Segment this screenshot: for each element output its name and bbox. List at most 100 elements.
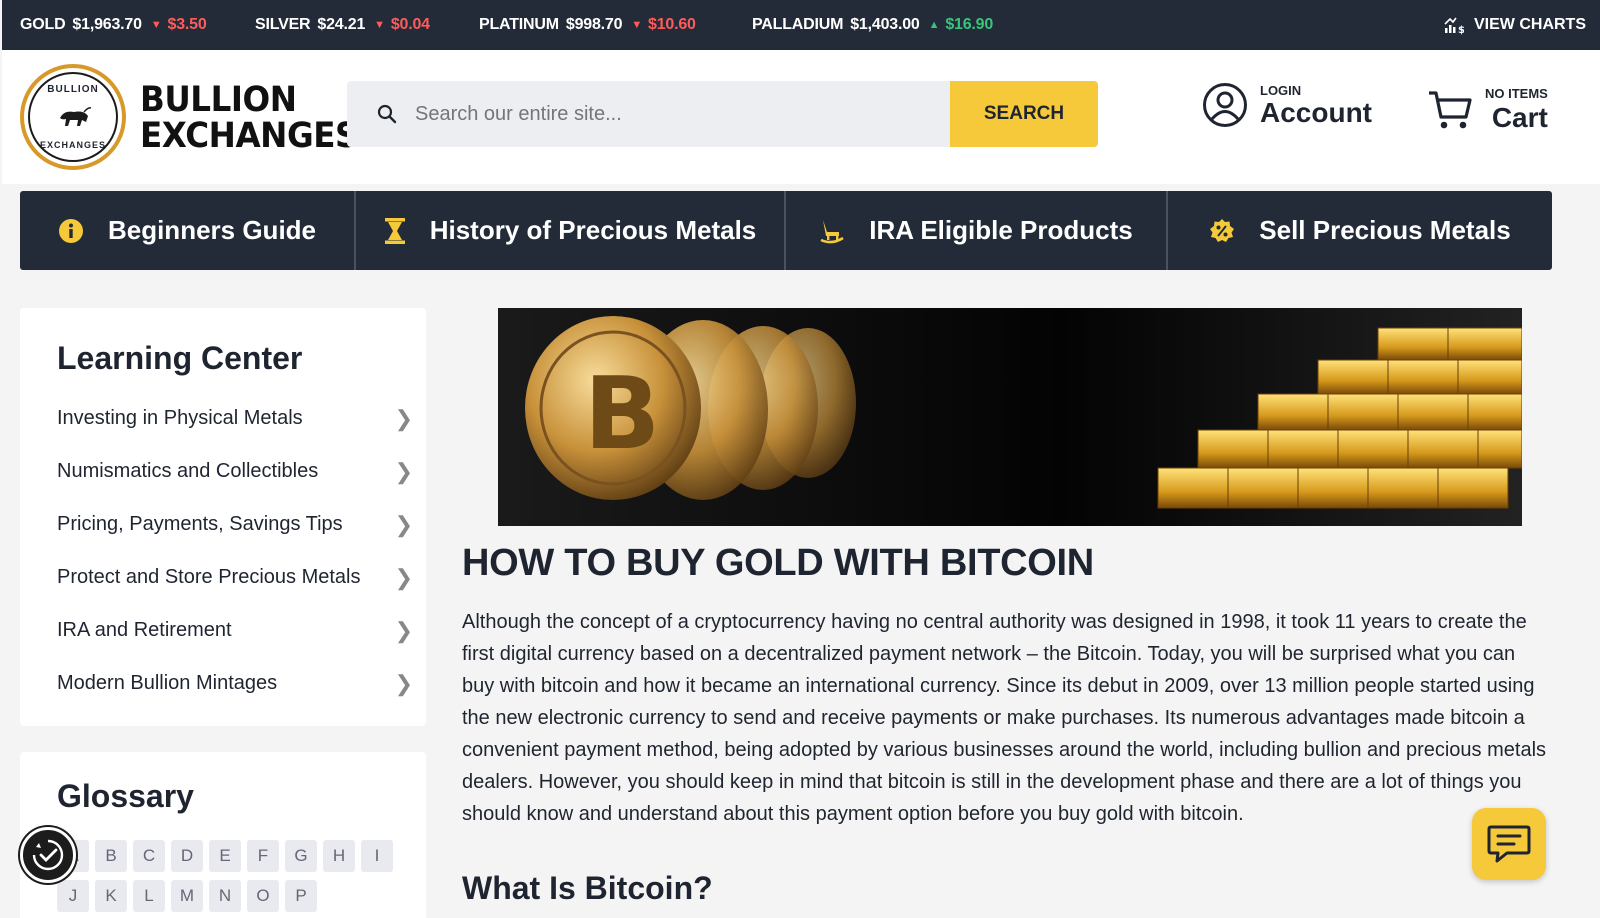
glossary-letter[interactable]: H xyxy=(323,840,355,872)
ticker-gold[interactable]: GOLD $1,963.70 ▼ $3.50 xyxy=(20,0,207,50)
learning-center-item[interactable]: IRA and Retirement ❯ xyxy=(57,604,417,657)
ticker-price: $1,963.70 xyxy=(72,16,142,33)
caret-down-icon: ▼ xyxy=(150,19,162,31)
glossary-letter[interactable]: B xyxy=(95,840,127,872)
cart-icon xyxy=(1429,90,1472,128)
brand-wordmark[interactable]: BULLION EXCHANGES xyxy=(140,82,358,154)
glossary-letter[interactable]: E xyxy=(209,840,241,872)
glossary-letter[interactable]: D xyxy=(171,840,203,872)
search-field xyxy=(347,81,950,147)
account-link[interactable]: LOGIN Account xyxy=(1202,82,1372,128)
chat-bubble-icon xyxy=(1487,825,1531,863)
glossary-letter[interactable]: M xyxy=(171,880,203,912)
article-body: Although the concept of a cryptocurrency… xyxy=(462,611,1547,825)
glossary-panel: Glossary ABCDEFGHIJKLMNOP xyxy=(20,752,426,918)
price-ticker: GOLD $1,963.70 ▼ $3.50 SILVER $24.21 ▼ $… xyxy=(2,0,1600,50)
chat-button[interactable] xyxy=(1472,808,1546,880)
ticker-name: PLATINUM xyxy=(479,16,559,33)
glossary-letters: ABCDEFGHIJKLMNOP xyxy=(57,840,417,918)
ticker-price: $1,403.00 xyxy=(850,16,920,33)
brand-line-1: BULLION xyxy=(140,80,297,120)
glossary-letter[interactable]: N xyxy=(209,880,241,912)
ticker-price: $998.70 xyxy=(565,16,623,33)
logo-bottom-text: EXCHANGES xyxy=(39,140,106,150)
nav-label: IRA Eligible Products xyxy=(869,215,1133,245)
view-charts-link[interactable]: $ VIEW CHARTS xyxy=(1444,0,1586,50)
percent-badge-icon xyxy=(1209,218,1235,244)
ticker-change: $10.60 xyxy=(648,16,696,33)
view-charts-label: VIEW CHARTS xyxy=(1474,16,1586,33)
search-input[interactable] xyxy=(415,102,915,126)
nav-label: Sell Precious Metals xyxy=(1259,215,1511,245)
chevron-right-icon: ❯ xyxy=(394,670,413,696)
learning-center-item-label: Numismatics and Collectibles xyxy=(57,460,319,482)
login-label: LOGIN xyxy=(1260,82,1302,98)
site-header: BULLION EXCHANGES BULLION EXCHANGES SEAR… xyxy=(2,50,1600,184)
ticker-platinum[interactable]: PLATINUM $998.70 ▼ $10.60 xyxy=(479,0,696,50)
main-nav: Beginners Guide History of Precious Meta… xyxy=(20,191,1552,270)
cart-count-label: NO ITEMS xyxy=(1485,86,1548,101)
hero-image: B xyxy=(498,308,1522,526)
search-button[interactable]: SEARCH xyxy=(950,81,1098,147)
learning-center-item-label: Modern Bullion Mintages xyxy=(57,672,278,694)
chevron-right-icon: ❯ xyxy=(394,617,413,643)
svg-text:$: $ xyxy=(1458,25,1464,35)
chart-dollar-icon: $ xyxy=(1444,17,1464,35)
logo[interactable]: BULLION EXCHANGES xyxy=(20,64,126,170)
glossary-letter[interactable]: G xyxy=(285,840,317,872)
nav-label: History of Precious Metals xyxy=(429,215,757,245)
ticker-name: SILVER xyxy=(255,16,311,33)
nav-history-precious-metals[interactable]: History of Precious Metals xyxy=(356,191,786,270)
ticker-name: PALLADIUM xyxy=(752,16,844,33)
logo-seal: BULLION EXCHANGES xyxy=(28,72,118,162)
chevron-right-icon: ❯ xyxy=(394,511,413,537)
caret-up-icon: ▲ xyxy=(928,19,940,31)
learning-center-item-label: Pricing, Payments, Savings Tips xyxy=(57,513,343,535)
glossary-title: Glossary xyxy=(57,778,194,814)
learning-center-item[interactable]: Protect and Store Precious Metals ❯ xyxy=(57,551,417,604)
ticker-silver[interactable]: SILVER $24.21 ▼ $0.04 xyxy=(255,0,430,50)
search-icon xyxy=(377,104,397,124)
cart-label: Cart xyxy=(1491,102,1548,133)
ticker-change: $16.90 xyxy=(945,16,994,33)
glossary-letter[interactable]: F xyxy=(247,840,279,872)
bull-icon xyxy=(60,107,92,126)
hourglass-icon xyxy=(384,217,406,245)
glossary-letter[interactable]: I xyxy=(361,840,393,872)
article-title: HOW TO BUY GOLD WITH BITCOIN xyxy=(462,542,1094,584)
learning-center-item[interactable]: Modern Bullion Mintages ❯ xyxy=(57,657,417,710)
learning-center-item[interactable]: Pricing, Payments, Savings Tips ❯ xyxy=(57,498,417,551)
user-icon xyxy=(1203,83,1247,127)
rocking-chair-icon xyxy=(819,218,845,244)
ticker-palladium[interactable]: PALLADIUM $1,403.00 ▲ $16.90 xyxy=(752,0,993,50)
nav-sell-precious-metals[interactable]: Sell Precious Metals xyxy=(1168,191,1552,270)
learning-center-item-label: Protect and Store Precious Metals xyxy=(57,566,361,588)
learning-center-item[interactable]: Numismatics and Collectibles ❯ xyxy=(57,445,417,498)
learning-center-panel: Learning Center Investing in Physical Me… xyxy=(20,308,426,726)
learning-center-title: Learning Center xyxy=(57,340,303,376)
chevron-right-icon: ❯ xyxy=(394,564,413,590)
glossary-letter[interactable]: L xyxy=(133,880,165,912)
glossary-letter[interactable]: K xyxy=(95,880,127,912)
bitcoin-gold-illustration: B xyxy=(498,308,1522,526)
glossary-letter[interactable]: O xyxy=(247,880,279,912)
ticker-price: $24.21 xyxy=(317,16,366,33)
accessibility-button[interactable] xyxy=(20,827,76,883)
cart-link[interactable]: NO ITEMS Cart xyxy=(1427,86,1548,133)
info-icon xyxy=(58,218,84,244)
accessibility-icon xyxy=(32,839,64,871)
chevron-right-icon: ❯ xyxy=(394,458,413,484)
glossary-letter[interactable]: P xyxy=(285,880,317,912)
glossary-letter[interactable]: J xyxy=(57,880,89,912)
svg-text:B: B xyxy=(584,355,660,472)
nav-ira-eligible-products[interactable]: IRA Eligible Products xyxy=(786,191,1168,270)
glossary-letter[interactable]: C xyxy=(133,840,165,872)
caret-down-icon: ▼ xyxy=(374,19,385,31)
article-subtitle: What Is Bitcoin? xyxy=(462,870,713,906)
learning-center-item[interactable]: Investing in Physical Metals ❯ xyxy=(57,392,417,445)
ticker-name: GOLD xyxy=(20,16,66,33)
nav-beginners-guide[interactable]: Beginners Guide xyxy=(20,191,356,270)
chevron-right-icon: ❯ xyxy=(394,405,413,431)
ticker-change: $3.50 xyxy=(167,16,207,33)
account-label: Account xyxy=(1260,96,1372,128)
